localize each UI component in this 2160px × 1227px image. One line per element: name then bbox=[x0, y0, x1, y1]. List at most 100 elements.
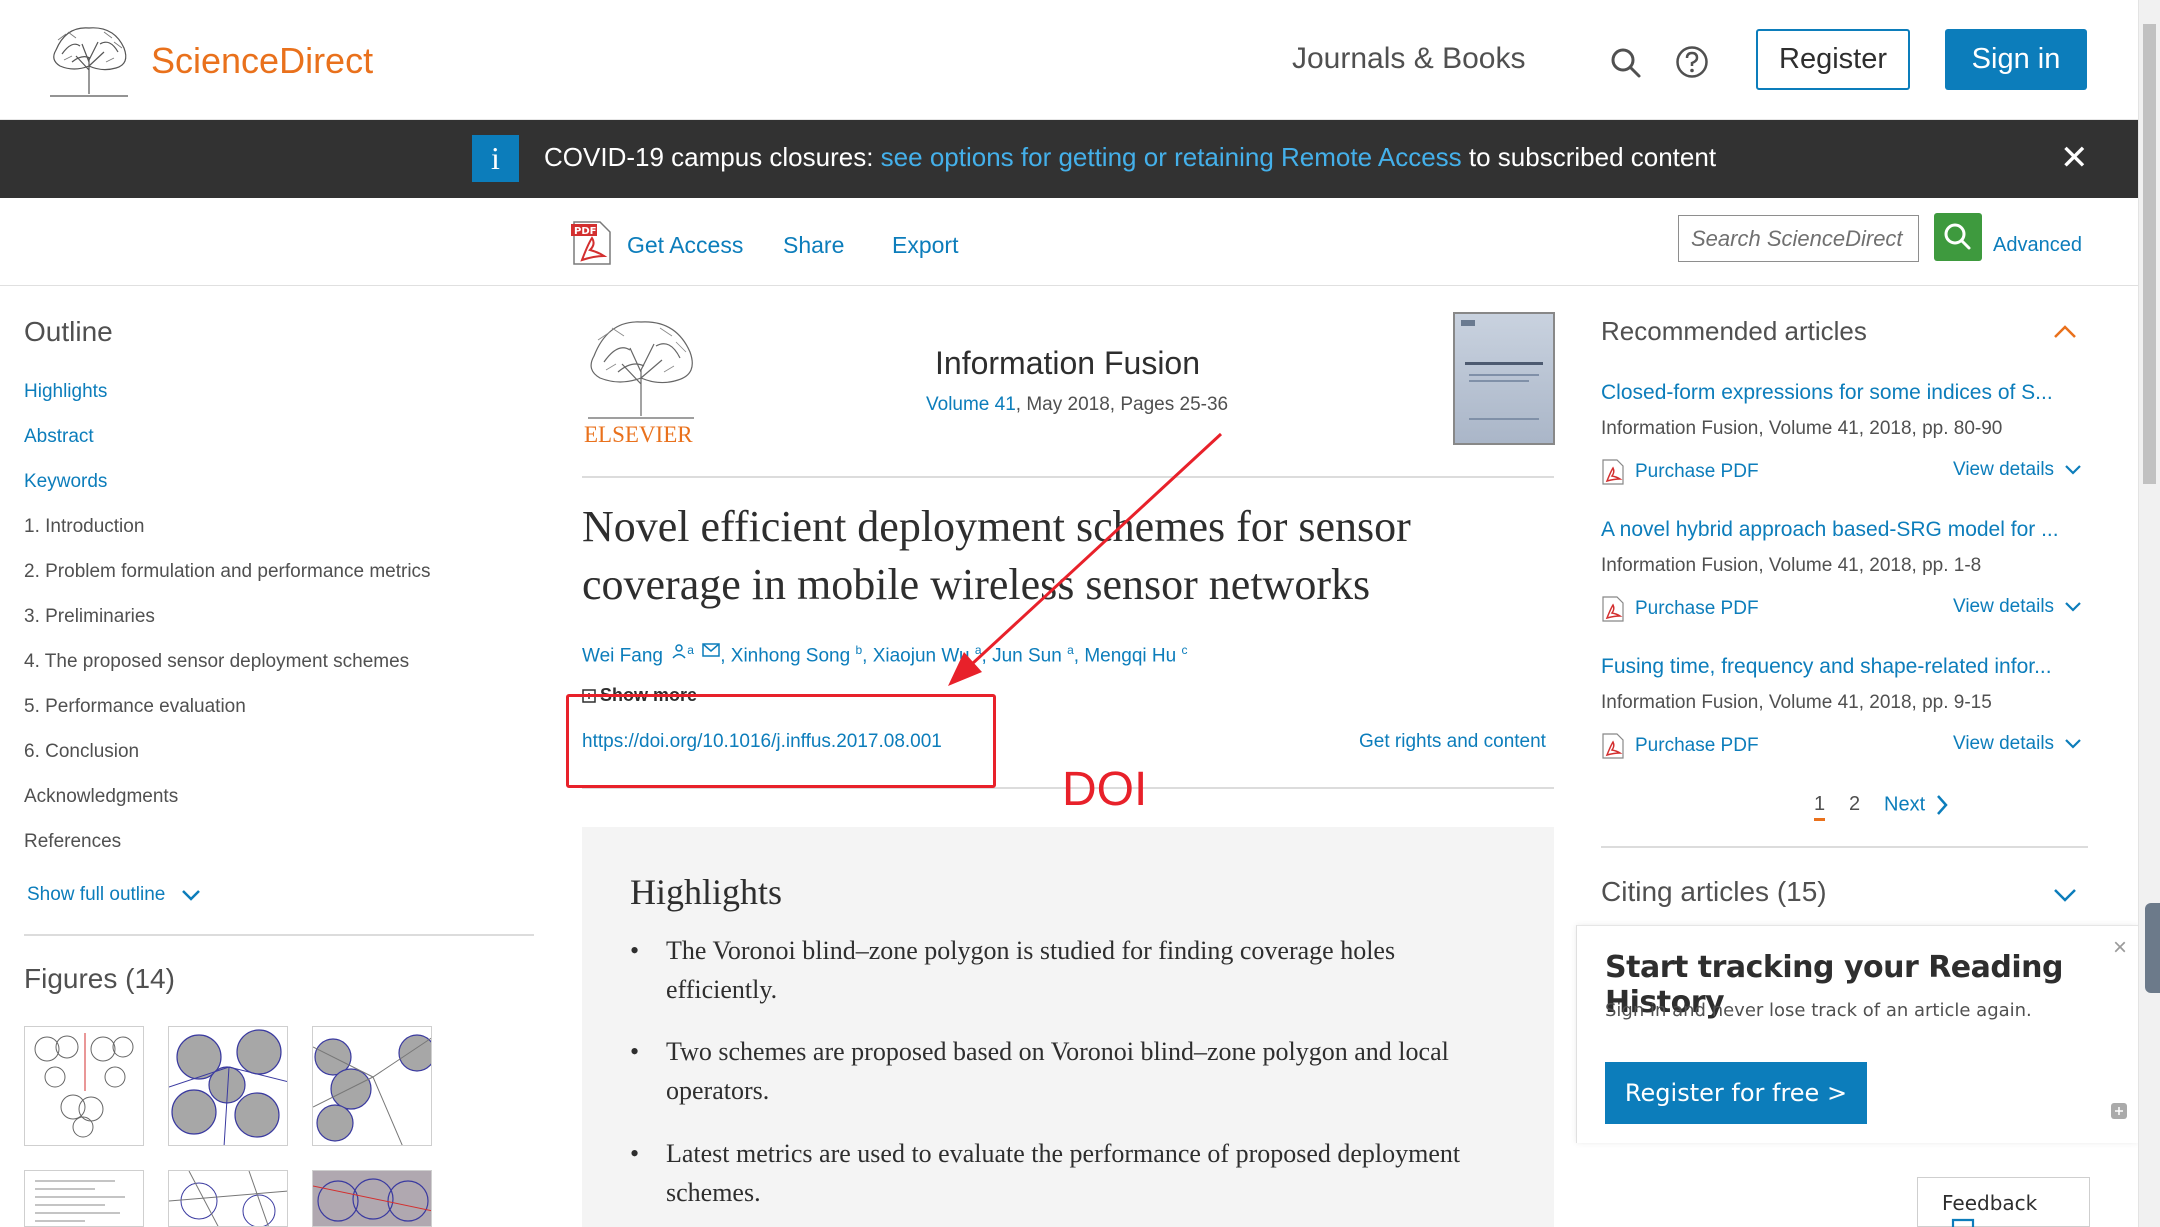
view-details-label: View details bbox=[1953, 459, 2055, 480]
author-link[interactable]: Xinhong Song bbox=[731, 645, 850, 666]
outline-item-abstract[interactable]: Abstract bbox=[24, 426, 94, 448]
purchase-pdf-label: Purchase PDF bbox=[1635, 461, 1759, 483]
highlight-item: • Two schemes are proposed based on Voron… bbox=[630, 1032, 1510, 1110]
close-icon[interactable]: × bbox=[2113, 934, 2127, 962]
get-access-button[interactable]: Get Access bbox=[627, 232, 743, 259]
view-details-button[interactable]: View details bbox=[1953, 459, 2082, 481]
journal-volume-info: Volume 41, May 2018, Pages 25-36 bbox=[926, 394, 1228, 416]
remote-access-link[interactable]: see options for getting or retaining Rem… bbox=[881, 142, 1462, 172]
outline-item-conclusion[interactable]: 6. Conclusion bbox=[24, 741, 139, 763]
view-details-button[interactable]: View details bbox=[1953, 733, 2082, 755]
article-toolbar: PDF Get Access Share Export Search Scien… bbox=[0, 198, 2138, 286]
purchase-pdf-label: Purchase PDF bbox=[1635, 735, 1759, 757]
help-icon[interactable] bbox=[1675, 45, 1709, 79]
highlight-text: Two schemes are proposed based on Vorono… bbox=[666, 1037, 1449, 1105]
outline-item-references[interactable]: References bbox=[24, 831, 121, 853]
citing-articles-heading[interactable]: Citing articles (15) bbox=[1601, 876, 1827, 908]
chevron-up-icon[interactable] bbox=[2052, 322, 2078, 340]
person-icon bbox=[672, 644, 686, 659]
figure-thumbnail[interactable] bbox=[168, 1170, 288, 1227]
figure-thumbnail[interactable] bbox=[312, 1170, 432, 1227]
pdf-icon bbox=[1602, 733, 1624, 759]
feedback-button[interactable]: Feedback bbox=[1917, 1177, 2090, 1227]
outline-item-introduction[interactable]: 1. Introduction bbox=[24, 516, 144, 538]
highlights-section: Highlights • The Voronoi blind–zone polyg… bbox=[582, 827, 1554, 1227]
search-icon bbox=[1944, 223, 1971, 250]
highlight-item: • Latest metrics are used to evaluate the… bbox=[630, 1134, 1510, 1212]
pagination-page-2[interactable]: 2 bbox=[1849, 793, 1860, 816]
brand-name[interactable]: ScienceDirect bbox=[151, 40, 373, 82]
view-details-label: View details bbox=[1953, 733, 2055, 754]
view-details-button[interactable]: View details bbox=[1953, 596, 2082, 618]
site-header: ScienceDirect Journals & Books Register … bbox=[0, 0, 2138, 120]
annotation-box bbox=[566, 694, 996, 788]
purchase-pdf-link[interactable]: Purchase PDF bbox=[1601, 459, 1759, 485]
get-rights-link[interactable]: Get rights and content bbox=[1359, 731, 1546, 753]
pagination-next-label: Next bbox=[1884, 793, 1926, 816]
elsevier-logo[interactable]: ELSEVIER bbox=[582, 312, 700, 446]
volume-link[interactable]: Volume 41 bbox=[926, 394, 1016, 415]
author-affiliation: a bbox=[974, 643, 982, 657]
annotation-label: DOI bbox=[1062, 763, 1148, 816]
chevron-down-icon bbox=[181, 890, 200, 901]
author-link[interactable]: Jun Sun bbox=[992, 645, 1062, 666]
purchase-pdf-link[interactable]: Purchase PDF bbox=[1601, 733, 1759, 759]
banner-suffix: to subscribed content bbox=[1461, 142, 1717, 172]
widget-icon[interactable] bbox=[2110, 1102, 2128, 1120]
outline-item-performance-evaluation[interactable]: 5. Performance evaluation bbox=[24, 696, 246, 718]
figure-thumbnail[interactable] bbox=[24, 1026, 144, 1146]
popup-subtitle: Sign in and never lose track of an artic… bbox=[1605, 1000, 2032, 1021]
sign-in-button[interactable]: Sign in bbox=[1945, 29, 2087, 90]
search-icon[interactable] bbox=[1610, 47, 1642, 79]
author-affiliation: a bbox=[687, 643, 694, 657]
register-button[interactable]: Register bbox=[1756, 29, 1910, 90]
recommended-article-title[interactable]: Closed-form expressions for some indices… bbox=[1601, 381, 2091, 405]
close-icon[interactable]: ✕ bbox=[2060, 138, 2089, 178]
figure-thumbnail[interactable] bbox=[168, 1026, 288, 1146]
outline-item-highlights[interactable]: Highlights bbox=[24, 381, 107, 403]
figure-thumbnail[interactable] bbox=[312, 1026, 432, 1146]
volume-details: , May 2018, Pages 25-36 bbox=[1015, 394, 1229, 415]
share-button[interactable]: Share bbox=[783, 232, 844, 259]
elsevier-tree-logo[interactable] bbox=[46, 20, 132, 98]
journals-books-link[interactable]: Journals & Books bbox=[1292, 42, 1525, 76]
author-link[interactable]: Xiaojun Wu bbox=[873, 645, 970, 666]
highlight-item: • The Voronoi blind–zone polygon is studi… bbox=[630, 931, 1510, 1009]
highlight-text: The Voronoi blind–zone polygon is studie… bbox=[666, 936, 1396, 1004]
recommended-article-title[interactable]: A novel hybrid approach based-SRG model … bbox=[1601, 518, 2091, 542]
feedback-label: Feedback bbox=[1942, 1191, 2038, 1215]
outline-item-keywords[interactable]: Keywords bbox=[24, 471, 107, 493]
scrollbar-thumb[interactable] bbox=[2143, 24, 2156, 484]
highlights-heading: Highlights bbox=[630, 872, 783, 912]
journal-title[interactable]: Information Fusion bbox=[935, 345, 1200, 382]
search-submit-button[interactable] bbox=[1934, 213, 1982, 261]
chevron-right-icon bbox=[1937, 795, 1948, 815]
journal-cover-image[interactable] bbox=[1453, 312, 1555, 445]
register-for-free-button[interactable]: Register for free > bbox=[1605, 1062, 1867, 1124]
banner-prefix: COVID-19 campus closures: bbox=[544, 142, 881, 172]
author-link[interactable]: Mengqi Hu bbox=[1084, 645, 1176, 666]
pagination-next-button[interactable]: Next bbox=[1884, 793, 1949, 817]
author-affiliation: b bbox=[855, 643, 863, 657]
figure-thumbnail[interactable] bbox=[24, 1170, 144, 1227]
pdf-icon[interactable]: PDF bbox=[570, 220, 614, 266]
chevron-down-icon[interactable] bbox=[2052, 886, 2078, 904]
outline-item-preliminaries[interactable]: 3. Preliminaries bbox=[24, 606, 155, 628]
pagination-page-1[interactable]: 1 bbox=[1814, 793, 1826, 821]
outline-item-acknowledgments[interactable]: Acknowledgments bbox=[24, 786, 178, 808]
outline-divider bbox=[24, 934, 534, 936]
outline-item-problem-formulation[interactable]: 2. Problem formulation and performance m… bbox=[24, 561, 431, 583]
export-button[interactable]: Export bbox=[892, 232, 958, 259]
side-panel-tab[interactable] bbox=[2145, 903, 2160, 993]
banner-message: COVID-19 campus closures: see options fo… bbox=[544, 142, 1716, 173]
chevron-down-icon bbox=[2065, 465, 2081, 475]
purchase-pdf-link[interactable]: Purchase PDF bbox=[1601, 596, 1759, 622]
email-icon[interactable] bbox=[702, 643, 720, 657]
show-full-outline-button[interactable]: Show full outline bbox=[27, 884, 201, 906]
advanced-search-link[interactable]: Advanced bbox=[1993, 234, 2082, 257]
author-link[interactable]: Wei Fang bbox=[582, 645, 663, 666]
page-scrollbar[interactable] bbox=[2138, 0, 2160, 1227]
search-input[interactable]: Search ScienceDirect bbox=[1678, 215, 1919, 262]
outline-item-deployment-schemes[interactable]: 4. The proposed sensor deployment scheme… bbox=[24, 651, 409, 673]
recommended-article-title[interactable]: Fusing time, frequency and shape-related… bbox=[1601, 655, 2091, 679]
